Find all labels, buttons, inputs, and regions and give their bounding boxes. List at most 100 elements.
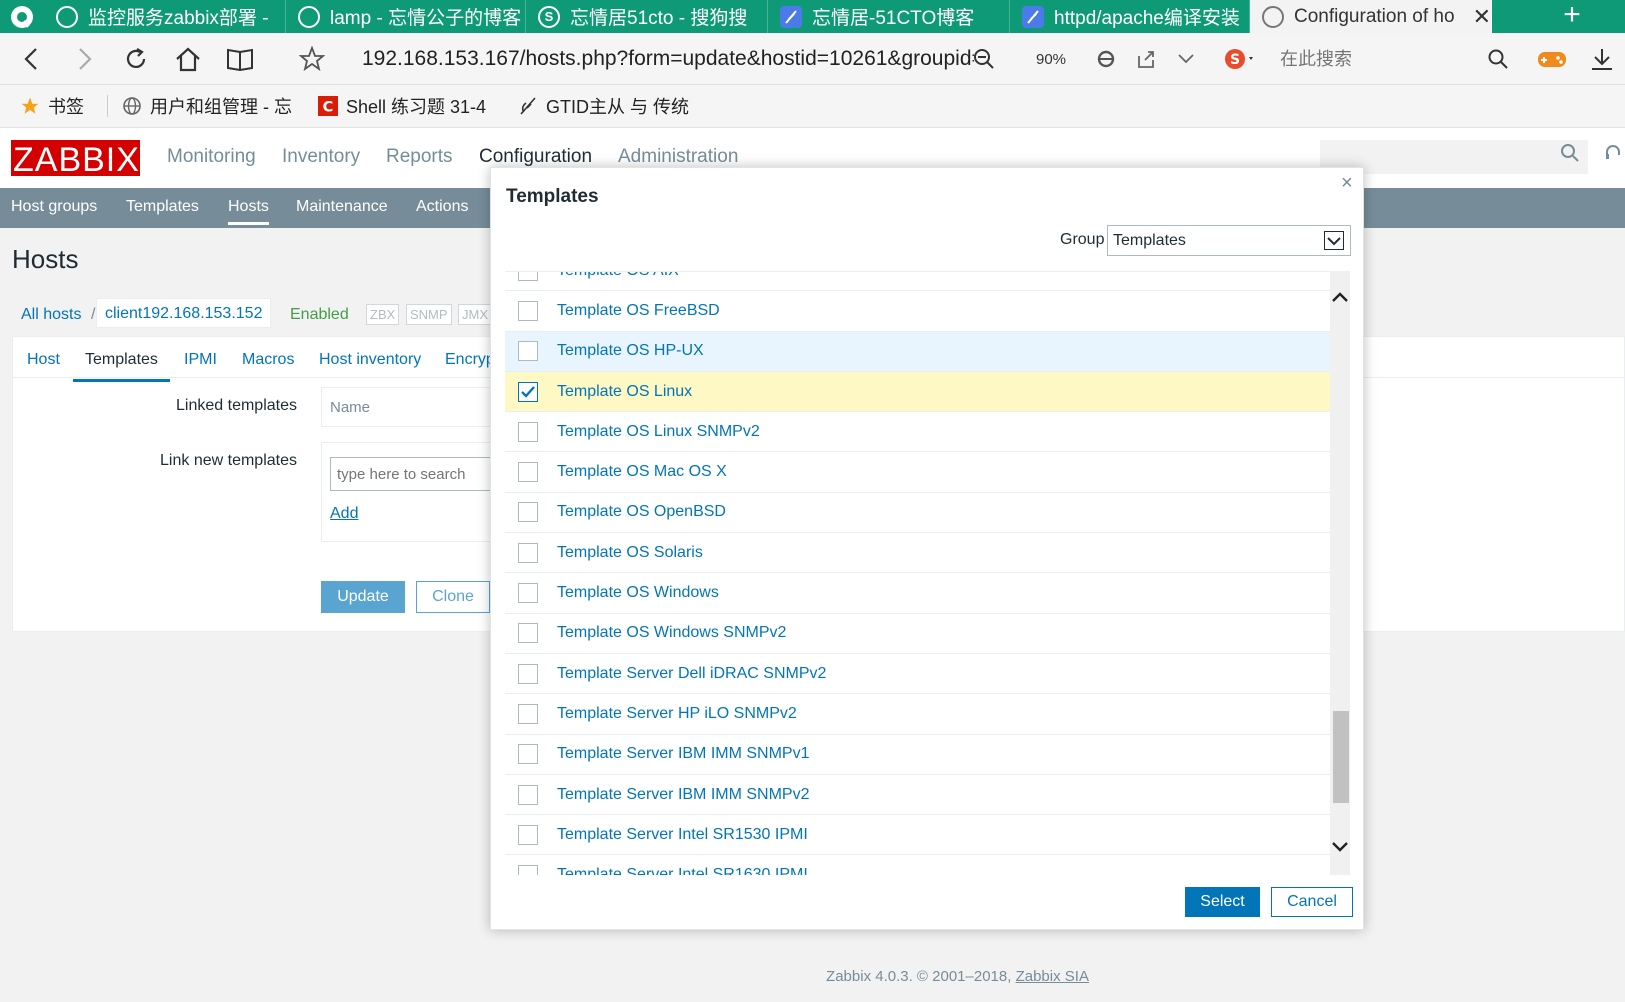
scrollbar-thumb[interactable]: [1333, 711, 1349, 803]
template-name-link[interactable]: Template Server IBM IMM SNMPv1: [557, 745, 810, 763]
search-icon[interactable]: [1480, 41, 1516, 77]
template-row[interactable]: Template Server IBM IMM SNMPv2: [505, 775, 1330, 816]
browser-tab[interactable]: httpd/apache编译安装: [1010, 0, 1250, 33]
forward-icon[interactable]: [66, 41, 102, 77]
browser-logo-icon[interactable]: [0, 0, 44, 33]
chevron-down-icon[interactable]: [1168, 41, 1204, 77]
bookmark-item[interactable]: 用户和组管理 - 忘: [122, 93, 292, 119]
bookmark-item[interactable]: GTID主从 与 传统: [518, 93, 689, 119]
template-name-link[interactable]: Template Server IBM IMM SNMPv2: [557, 786, 810, 804]
menu-reports[interactable]: Reports: [386, 146, 453, 168]
select-button[interactable]: Select: [1185, 887, 1260, 917]
template-name-link[interactable]: Template Server Intel SR1630 IPMI: [557, 866, 808, 875]
template-name-link[interactable]: Template OS HP-UX: [557, 342, 704, 360]
template-row[interactable]: Template OS Linux SNMPv2: [505, 412, 1330, 453]
template-checkbox[interactable]: [518, 623, 538, 644]
browser-tab[interactable]: 忘情居-51CTO博客: [768, 0, 1010, 33]
bookmark-item[interactable]: C Shell 练习题 31-4: [318, 93, 486, 119]
template-name-link[interactable]: Template OS Solaris: [557, 544, 703, 562]
submenu-hosts[interactable]: Hosts: [228, 198, 269, 225]
template-row-selected[interactable]: Template OS Linux: [505, 371, 1330, 413]
browser-search-input[interactable]: [1280, 45, 1480, 73]
template-name-link[interactable]: Template Server Dell iDRAC SNMPv2: [557, 665, 826, 683]
tab-encryption[interactable]: Encryp: [445, 351, 495, 369]
ie-compat-icon[interactable]: [1088, 41, 1124, 77]
template-list-scrollbar[interactable]: [1330, 271, 1350, 875]
share-icon[interactable]: [1128, 41, 1164, 77]
home-icon[interactable]: [170, 41, 206, 77]
template-checkbox[interactable]: [518, 341, 538, 362]
download-icon[interactable]: [1584, 41, 1620, 77]
template-checkbox[interactable]: [518, 824, 538, 845]
template-name-link[interactable]: Template OS Linux SNMPv2: [557, 423, 760, 441]
template-checkbox[interactable]: [518, 462, 538, 483]
template-name-link[interactable]: Template OS Linux: [557, 383, 692, 401]
close-icon[interactable]: ×: [1341, 172, 1353, 195]
template-name-link[interactable]: Template OS Mac OS X: [557, 463, 727, 481]
url-input[interactable]: [362, 43, 974, 75]
template-checkbox[interactable]: [518, 703, 538, 724]
template-checkbox[interactable]: [518, 583, 538, 604]
reload-icon[interactable]: [118, 41, 154, 77]
chevron-up-icon[interactable]: [1330, 287, 1350, 307]
browser-tab[interactable]: lamp - 忘情公子的博客: [286, 0, 526, 33]
template-name-link[interactable]: Template Server HP iLO SNMPv2: [557, 705, 797, 723]
tab-ipmi[interactable]: IPMI: [184, 351, 217, 369]
template-row[interactable]: Template Server HP iLO SNMPv2: [505, 694, 1330, 735]
sogou-search-engine-icon[interactable]: S: [1222, 41, 1258, 77]
template-row[interactable]: Template OS HP-UX: [505, 331, 1330, 372]
close-icon[interactable]: ✕: [1473, 4, 1491, 30]
browser-tab-active[interactable]: Configuration of ho ✕: [1250, 0, 1492, 33]
template-row[interactable]: Template OS FreeBSD: [505, 291, 1330, 332]
template-row[interactable]: Template Server IBM IMM SNMPv1: [505, 735, 1330, 775]
breadcrumb-all-hosts[interactable]: All hosts: [21, 306, 81, 324]
bookmark-item[interactable]: 书签: [20, 93, 84, 119]
update-button[interactable]: Update: [321, 581, 405, 613]
template-checkbox[interactable]: [518, 502, 538, 523]
new-tab-icon[interactable]: +: [1552, 0, 1592, 33]
reader-book-icon[interactable]: [222, 41, 258, 77]
menu-inventory[interactable]: Inventory: [282, 146, 360, 168]
zoom-level[interactable]: 90%: [1036, 51, 1066, 68]
template-checkbox-checked[interactable]: [518, 381, 538, 402]
tab-macros[interactable]: Macros: [242, 351, 294, 369]
tab-host[interactable]: Host: [27, 351, 60, 369]
submenu-actions[interactable]: Actions: [416, 198, 468, 216]
tab-templates[interactable]: Templates: [73, 351, 170, 382]
breadcrumb-host[interactable]: client192.168.153.152: [96, 298, 272, 328]
template-checkbox[interactable]: [518, 663, 538, 684]
group-select[interactable]: Templates: [1107, 225, 1351, 256]
template-name-link[interactable]: Template OS FreeBSD: [557, 302, 720, 320]
clone-button[interactable]: Clone: [416, 581, 490, 613]
template-checkbox[interactable]: [518, 784, 538, 805]
template-row[interactable]: Template OS Windows SNMPv2: [505, 614, 1330, 654]
browser-tab[interactable]: S 忘情居51cto - 搜狗搜: [526, 0, 768, 33]
search-icon[interactable]: [1560, 143, 1580, 168]
support-headset-icon[interactable]: [1604, 143, 1622, 168]
template-name-link[interactable]: Template OS Windows SNMPv2: [557, 624, 786, 642]
back-icon[interactable]: [14, 41, 50, 77]
template-row[interactable]: Template OS Solaris: [505, 533, 1330, 574]
star-bookmark-icon[interactable]: [294, 41, 330, 77]
template-row[interactable]: Template Server Intel SR1630 IPMI: [505, 855, 1330, 875]
template-name-link[interactable]: Template OS Windows: [557, 584, 719, 602]
chevron-down-icon[interactable]: [1330, 837, 1350, 857]
template-row[interactable]: Template OS AIX: [505, 272, 1330, 292]
template-checkbox[interactable]: [518, 272, 538, 281]
tab-host-inventory[interactable]: Host inventory: [319, 351, 421, 369]
cancel-button[interactable]: Cancel: [1271, 887, 1353, 917]
template-name-link[interactable]: Template Server Intel SR1530 IPMI: [557, 826, 808, 844]
menu-monitoring[interactable]: Monitoring: [167, 146, 256, 168]
template-name-link[interactable]: Template OS OpenBSD: [557, 503, 726, 521]
template-name-link[interactable]: Template OS AIX: [557, 272, 679, 280]
zoom-icon[interactable]: [966, 41, 1002, 77]
submenu-maintenance[interactable]: Maintenance: [296, 198, 388, 216]
template-checkbox[interactable]: [518, 300, 538, 321]
submenu-host-groups[interactable]: Host groups: [11, 198, 97, 216]
template-row[interactable]: Template OS Mac OS X: [505, 452, 1330, 493]
menu-configuration[interactable]: Configuration: [479, 146, 592, 168]
template-row[interactable]: Template OS Windows: [505, 573, 1330, 614]
game-controller-icon[interactable]: [1534, 41, 1570, 77]
template-row[interactable]: Template Server Intel SR1530 IPMI: [505, 815, 1330, 856]
footer-zabbix-sia-link[interactable]: Zabbix SIA: [1016, 968, 1089, 985]
